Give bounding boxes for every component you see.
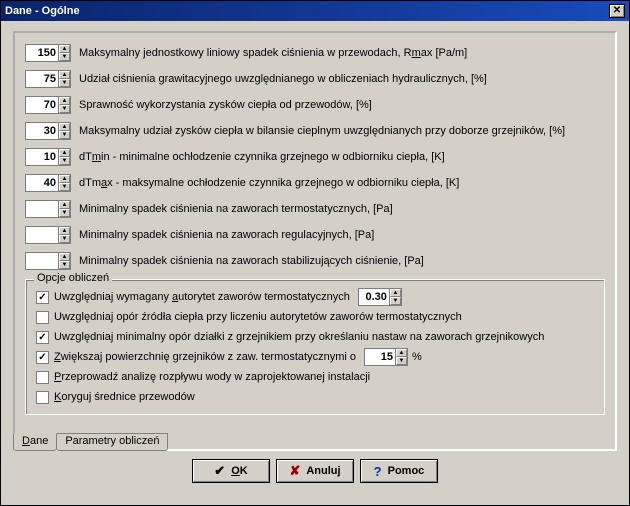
param-label: dTmin - minimalne ochłodzenie czynnika g… [79,151,445,163]
option-row: Uwzględniaj minimalny opór działki z grz… [36,328,594,346]
check-icon: ✔ [214,463,225,479]
window-title: Dane - Ogólne [5,5,80,17]
spin-down-icon[interactable]: ▼ [59,131,70,139]
number-spinner[interactable]: ▲▼ [25,148,71,166]
param-label: Maksymalny udział zysków ciepła w bilans… [79,125,565,137]
spin-down-icon[interactable]: ▼ [59,79,70,87]
number-spinner[interactable]: ▲▼ [358,288,402,306]
percent-suffix: % [412,351,422,363]
groupbox-title: Opcje obliczeń [34,272,112,284]
option-label: Uwzględniaj minimalny opór działki z grz… [54,331,544,343]
tab-dane[interactable]: Dane [13,433,57,451]
spin-down-icon[interactable]: ▼ [396,357,407,365]
titlebar: Dane - Ogólne ✕ [1,1,629,21]
spinner-input[interactable] [26,149,58,165]
spinner-input[interactable] [26,201,58,217]
param-label: Sprawność wykorzystania zysków ciepła od… [79,99,372,111]
param-row: ▲▼ Maksymalny jednostkowy liniowy spadek … [25,43,605,63]
spin-up-icon[interactable]: ▲ [59,97,70,105]
spinner-input[interactable] [26,175,58,191]
tab-strip: Dane Parametry obliczeń [13,433,167,451]
param-label: Minimalny spadek ciśnienia na zaworach r… [79,229,374,241]
spinner-input[interactable] [26,97,58,113]
spinner-input[interactable] [26,227,58,243]
spin-down-icon[interactable]: ▼ [59,261,70,269]
option-row: Zwiększaj powierzchnię grzejników z zaw.… [36,348,594,366]
spin-down-icon[interactable]: ▼ [390,297,401,305]
option-label: Koryguj średnice przewodów [54,391,195,403]
param-row: ▲▼ dTmax - maksymalne ochłodzenie czynnik… [25,173,605,193]
spin-up-icon[interactable]: ▲ [59,201,70,209]
option-label: Uwzględniaj wymagany autorytet zaworów t… [54,291,350,303]
spin-up-icon[interactable]: ▲ [59,149,70,157]
x-icon: ✘ [289,463,300,479]
option-label: Uwzględniaj opór źródła ciepła przy licz… [54,311,462,323]
cancel-button[interactable]: ✘ Anuluj [276,459,354,483]
question-icon: ? [374,464,382,479]
option-row: Przeprowadź analizę rozpływu wody w zapr… [36,368,594,386]
form-panel: ▲▼Maksymalny jednostkowy liniowy spadek … [13,31,617,451]
number-spinner[interactable]: ▲▼ [25,122,71,140]
dialog-window: Dane - Ogólne ✕ ▲▼Maksymalny jednostkowy… [0,0,630,506]
number-spinner[interactable]: ▲▼ [25,200,71,218]
close-button[interactable]: ✕ [609,4,625,18]
spin-down-icon[interactable]: ▼ [59,209,70,217]
spinner-input[interactable] [26,45,58,61]
spin-up-icon[interactable]: ▲ [390,289,401,297]
spin-up-icon[interactable]: ▲ [59,227,70,235]
param-label: Minimalny spadek ciśnienia na zaworach t… [79,203,393,215]
param-label: Minimalny spadek ciśnienia na zaworach s… [79,255,424,267]
checkbox[interactable] [36,371,49,384]
checkbox[interactable] [36,391,49,404]
option-row: Uwzględniaj wymagany autorytet zaworów t… [36,288,594,306]
param-row: ▲▼ Udział ciśnienia grawitacyjnego uwzglę… [25,69,605,89]
spin-up-icon[interactable]: ▲ [59,253,70,261]
tab-parametry[interactable]: Parametry obliczeń [56,433,168,451]
param-row: ▲▼ dTmin - minimalne ochłodzenie czynnika… [25,147,605,167]
spin-up-icon[interactable]: ▲ [59,123,70,131]
spin-up-icon[interactable]: ▲ [59,45,70,53]
content-area: ▲▼Maksymalny jednostkowy liniowy spadek … [1,21,629,505]
number-spinner[interactable]: ▲▼ [364,348,408,366]
ok-button[interactable]: ✔ OK [192,459,270,483]
options-groupbox: Opcje obliczeń Uwzględniaj wymagany auto… [25,279,605,415]
spin-down-icon[interactable]: ▼ [59,157,70,165]
param-row: ▲▼ Maksymalny udział zysków ciepła w bila… [25,121,605,141]
param-label: Udział ciśnienia grawitacyjnego uwzględn… [79,73,487,85]
number-spinner[interactable]: ▲▼ [25,226,71,244]
param-row: ▲▼ Sprawność wykorzystania zysków ciepła … [25,95,605,115]
checkbox[interactable] [36,291,49,304]
checkbox[interactable] [36,331,49,344]
param-label: Maksymalny jednostkowy liniowy spadek ci… [79,47,467,59]
button-bar: ✔ OK ✘ Anuluj ? Pomoc [13,451,617,493]
option-row: Uwzględniaj opór źródła ciepła przy licz… [36,308,594,326]
spin-down-icon[interactable]: ▼ [59,235,70,243]
number-spinner[interactable]: ▲▼ [25,44,71,62]
help-button[interactable]: ? Pomoc [360,459,438,483]
spin-down-icon[interactable]: ▼ [59,53,70,61]
number-spinner[interactable]: ▲▼ [25,174,71,192]
number-spinner[interactable]: ▲▼ [25,70,71,88]
param-row: ▲▼ Minimalny spadek ciśnienia na zaworach… [25,225,605,245]
spinner-input[interactable] [26,253,58,269]
param-row: ▲▼ Minimalny spadek ciśnienia na zaworach… [25,251,605,271]
spin-up-icon[interactable]: ▲ [59,175,70,183]
spin-up-icon[interactable]: ▲ [59,71,70,79]
number-spinner[interactable]: ▲▼ [25,96,71,114]
checkbox[interactable] [36,351,49,364]
option-label: Zwiększaj powierzchnię grzejników z zaw.… [54,351,356,363]
spinner-input[interactable] [365,349,395,365]
param-label: dTmax - maksymalne ochłodzenie czynnika … [79,177,459,189]
spin-down-icon[interactable]: ▼ [59,105,70,113]
spinner-input[interactable] [359,289,389,305]
param-row: ▲▼ Minimalny spadek ciśnienia na zaworach… [25,199,605,219]
spinner-input[interactable] [26,123,58,139]
option-row: Koryguj średnice przewodów [36,388,594,406]
spin-down-icon[interactable]: ▼ [59,183,70,191]
spin-up-icon[interactable]: ▲ [396,349,407,357]
number-spinner[interactable]: ▲▼ [25,252,71,270]
spinner-input[interactable] [26,71,58,87]
checkbox[interactable] [36,311,49,324]
option-label: Przeprowadź analizę rozpływu wody w zapr… [54,371,370,383]
